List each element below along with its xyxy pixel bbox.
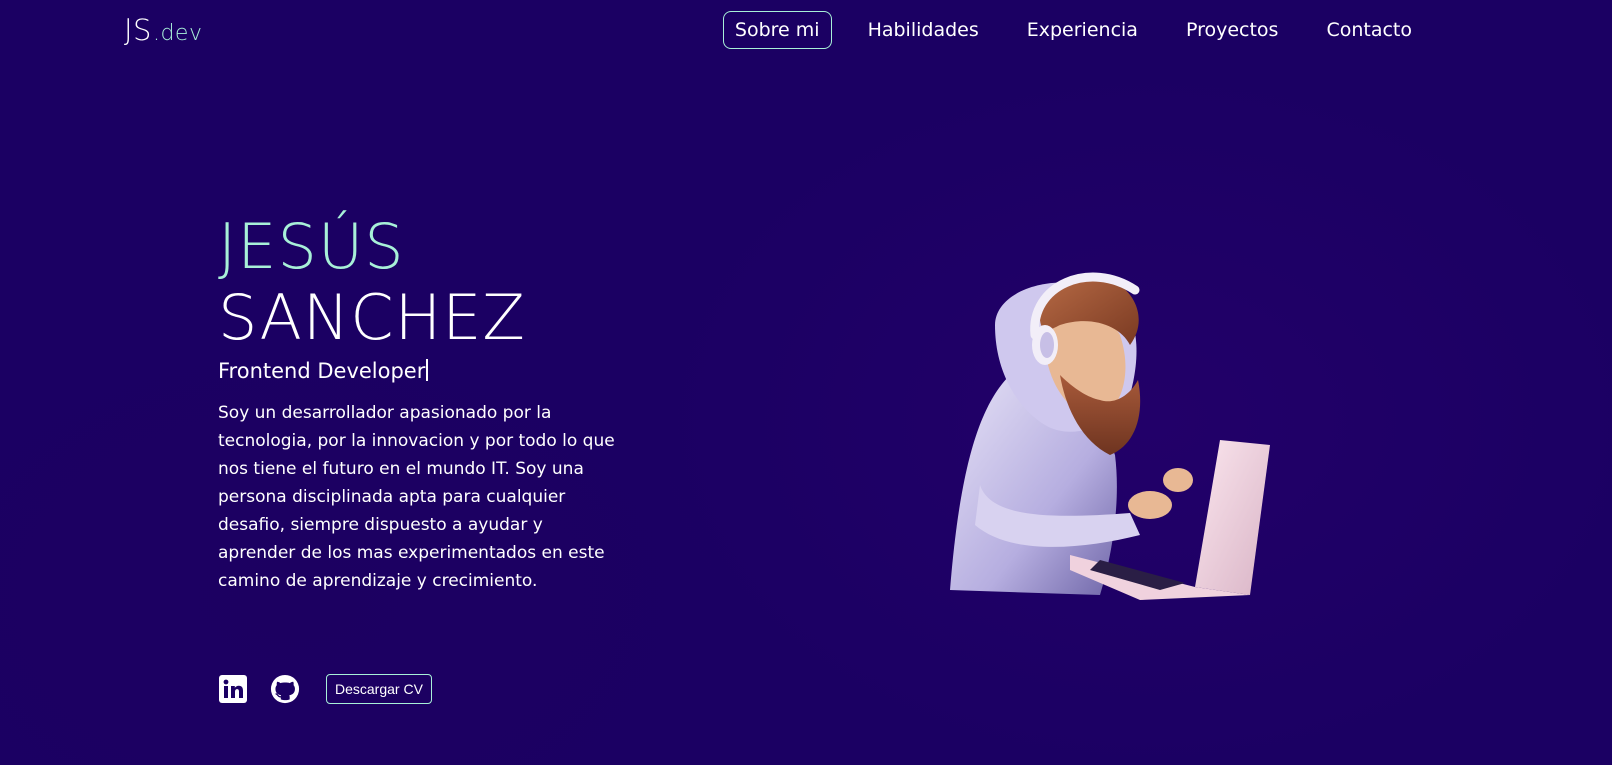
linkedin-icon[interactable]: [218, 674, 248, 704]
nav-link-sobre-mi[interactable]: Sobre mi: [722, 11, 832, 49]
developer-illustration: [950, 265, 1310, 615]
typing-caret: [426, 359, 429, 381]
nav-link-habilidades[interactable]: Habilidades: [856, 11, 991, 49]
hero-bio: Soy un desarrollador apasionado por la t…: [218, 403, 615, 591]
navbar: JS .dev Sobre mi Habilidades Experiencia …: [0, 0, 1612, 64]
nav-link-contacto[interactable]: Contacto: [1314, 11, 1424, 49]
hero-section: JESÚS SANCHEZ Frontend Developer Soy un …: [218, 212, 638, 595]
hero-actions: Descargar CV: [218, 674, 432, 704]
nav-link-experiencia[interactable]: Experiencia: [1015, 11, 1150, 49]
github-icon[interactable]: [270, 674, 300, 704]
nav-link-proyectos[interactable]: Proyectos: [1174, 11, 1291, 49]
hero-role: Frontend Developer: [218, 356, 638, 386]
hero-last-name: SANCHEZ: [218, 281, 526, 354]
nav-links: Sobre mi Habilidades Experiencia Proyect…: [722, 11, 1424, 49]
download-cv-button[interactable]: Descargar CV: [326, 674, 432, 704]
hero-first-name: JESÚS: [218, 210, 405, 283]
hero-role-text: Frontend Developer: [218, 359, 426, 383]
logo-suffix: .dev: [152, 21, 203, 46]
logo[interactable]: JS .dev: [124, 13, 202, 47]
logo-main: JS: [124, 13, 152, 47]
